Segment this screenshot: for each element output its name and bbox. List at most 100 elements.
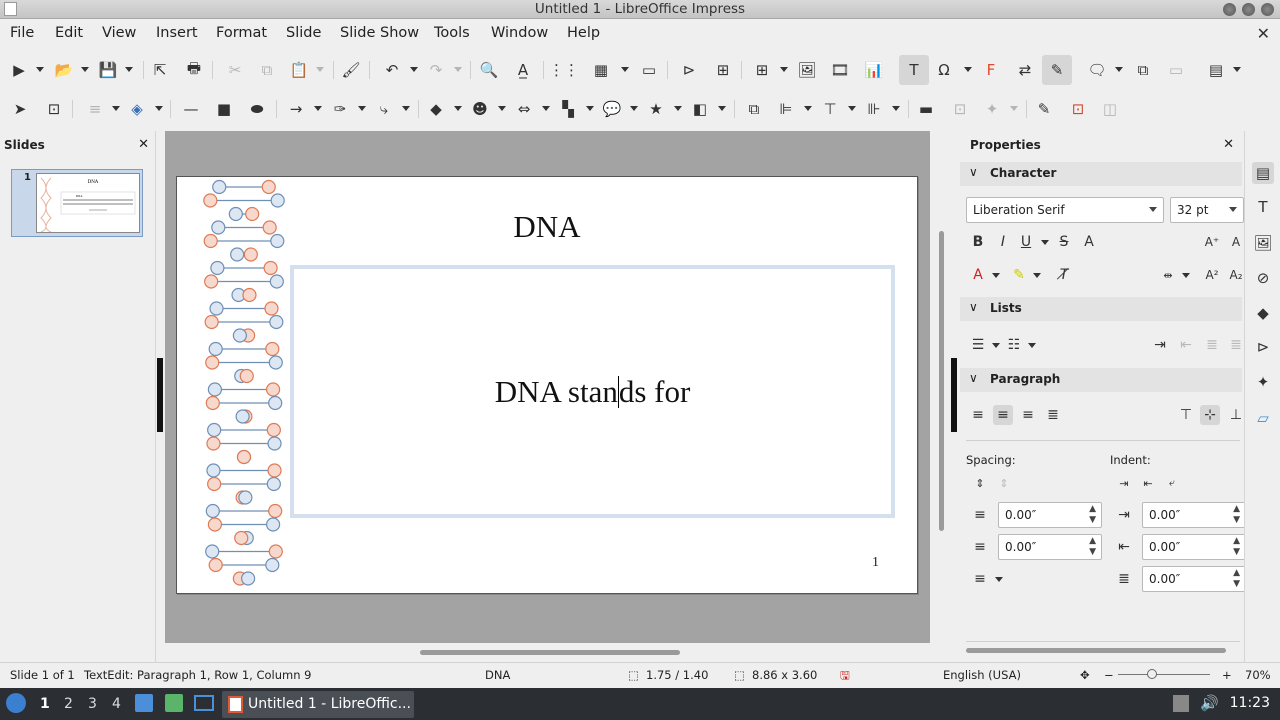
dropdown-arrow[interactable]	[1182, 273, 1190, 278]
arrange-icon[interactable]: ⊤	[820, 99, 840, 119]
flowchart-icon[interactable]: ▚	[558, 99, 578, 119]
unordered-list-icon[interactable]: ☰	[968, 335, 988, 355]
toggle-points-icon[interactable]: ✎	[1034, 99, 1054, 119]
callouts-icon[interactable]: 💬	[602, 99, 622, 119]
workspace-1[interactable]: 1	[40, 696, 50, 712]
decrease-indent-icon[interactable]: ⇤	[1176, 335, 1196, 355]
connectors-icon[interactable]: ⤷	[374, 99, 394, 119]
shadow-icon[interactable]: ▬	[916, 99, 936, 119]
hanging-indent-icon[interactable]: ⤶	[1162, 473, 1182, 493]
dropdown-arrow[interactable]	[358, 106, 366, 111]
menu-slide[interactable]: Slide	[286, 25, 321, 41]
dropdown-arrow[interactable]	[1115, 67, 1123, 72]
line-spacing-icon[interactable]: ≡	[970, 569, 990, 589]
rotate-icon[interactable]: ⧉	[744, 99, 764, 119]
file-manager-icon[interactable]	[135, 694, 153, 712]
dropdown-arrow[interactable]	[1233, 67, 1241, 72]
show-desktop-icon[interactable]	[194, 695, 214, 711]
master-slides-tab-icon[interactable]: ⊳	[1252, 336, 1274, 358]
align-objects-icon[interactable]: ⊫	[776, 99, 796, 119]
styles-tab-icon[interactable]: ▱	[1252, 407, 1274, 429]
show-draw-functions-icon[interactable]: ✎	[1042, 55, 1072, 85]
close-slides-panel-icon[interactable]: ✕	[138, 137, 149, 152]
menu-window[interactable]: Window	[491, 25, 548, 41]
align-top-icon[interactable]: ⊤	[1176, 405, 1196, 425]
demote-icon[interactable]: ≣	[1226, 335, 1246, 355]
after-text-indent-input[interactable]: 0.00″ ▲ ▼	[1142, 534, 1246, 560]
close-window-button[interactable]	[1261, 3, 1274, 16]
dropdown-arrow[interactable]	[314, 106, 322, 111]
horizontal-scrollbar[interactable]	[165, 646, 937, 658]
toggle-extrusion-icon[interactable]: ◫	[1100, 99, 1120, 119]
block-arrows-icon[interactable]: ⇔	[514, 99, 534, 119]
menu-insert[interactable]: Insert	[156, 25, 198, 41]
dropdown-arrow[interactable]	[892, 106, 900, 111]
tray-upload-icon[interactable]	[1173, 695, 1189, 712]
crop-icon[interactable]: ⊡	[950, 99, 970, 119]
increase-indent-icon[interactable]: ⇥	[1150, 335, 1170, 355]
display-grid-icon[interactable]: ⋮⋮	[549, 60, 579, 80]
start-slideshow-icon[interactable]: ⊳	[679, 60, 699, 80]
dropdown-arrow[interactable]	[155, 106, 163, 111]
dropdown-arrow[interactable]	[1041, 240, 1049, 245]
character-section-header[interactable]: ∨ Character	[960, 162, 1242, 186]
slide-title[interactable]: DNA	[177, 209, 917, 245]
slide-layout-icon[interactable]: ▤	[1206, 60, 1226, 80]
slides-panel-collapse-handle[interactable]	[157, 358, 163, 432]
paragraph-section-header[interactable]: ∨ Paragraph	[960, 368, 1242, 392]
line-color-icon[interactable]: ≡	[83, 99, 107, 119]
undo-icon[interactable]: ↶	[382, 60, 402, 80]
zoom-pan-icon[interactable]: ⊡	[44, 99, 64, 119]
stars-icon[interactable]: ★	[646, 99, 666, 119]
justify-icon[interactable]: ≣	[1043, 405, 1063, 425]
font-name-select[interactable]: Liberation Serif	[966, 197, 1164, 223]
display-views-icon[interactable]: ▦	[589, 60, 613, 80]
language[interactable]: English (USA)	[943, 668, 1021, 682]
start-current-slide-icon[interactable]: ⊞	[713, 60, 733, 80]
dropdown-arrow[interactable]	[316, 67, 324, 72]
highlight-color-icon[interactable]: ✎	[1009, 265, 1029, 285]
export-pdf-icon[interactable]: ⇱	[150, 60, 170, 80]
align-center-icon[interactable]: ≡	[993, 405, 1013, 425]
symbol-shapes-icon[interactable]: ☻	[470, 99, 490, 119]
glue-points-icon[interactable]: ⊡	[1068, 99, 1088, 119]
insert-media-icon[interactable]: 🎞	[830, 60, 850, 80]
properties-scrollbar[interactable]	[966, 648, 1226, 653]
dropdown-arrow[interactable]	[718, 106, 726, 111]
slide-body-text[interactable]: DNA stands for	[294, 374, 891, 410]
table-icon[interactable]: ⊞	[752, 60, 772, 80]
spelling-icon[interactable]: A̲	[513, 60, 533, 80]
menu-view[interactable]: View	[102, 25, 136, 41]
dropdown-arrow[interactable]	[410, 67, 418, 72]
ellipse-icon[interactable]: ⬬	[247, 99, 267, 119]
workspace-3[interactable]: 3	[88, 696, 97, 712]
dropdown-arrow[interactable]	[1010, 106, 1018, 111]
dropdown-arrow[interactable]	[402, 106, 410, 111]
menu-format[interactable]: Format	[216, 25, 267, 41]
underline-icon[interactable]: U	[1016, 232, 1036, 252]
filter-icon[interactable]: ✦	[982, 99, 1002, 119]
dropdown-arrow[interactable]	[780, 67, 788, 72]
image-viewer-icon[interactable]	[165, 694, 183, 712]
properties-tab-icon[interactable]: ▤	[1252, 162, 1274, 184]
insert-textbox-icon[interactable]: T	[899, 55, 929, 85]
bold-icon[interactable]: B	[968, 232, 988, 252]
align-bottom-icon[interactable]: ⊥	[1226, 405, 1246, 425]
gallery-tab-icon[interactable]: 🖼	[1252, 232, 1274, 254]
slide-text-box[interactable]: DNA stands for	[290, 265, 895, 518]
dropdown-arrow[interactable]	[125, 67, 133, 72]
select-arrow-icon[interactable]: ➤	[10, 99, 30, 119]
taskbar-impress-window[interactable]: Untitled 1 - LibreOffic...	[222, 691, 414, 718]
menu-help[interactable]: Help	[567, 25, 600, 41]
dropdown-arrow[interactable]	[630, 106, 638, 111]
distribute-icon[interactable]: ⊪	[864, 99, 884, 119]
zoom-out-icon[interactable]: −	[1104, 668, 1114, 682]
lines-arrows-icon[interactable]: →	[286, 99, 306, 119]
menu-slide-show[interactable]: Slide Show	[340, 25, 419, 41]
curves-polygons-icon[interactable]: ✑	[330, 99, 350, 119]
paste-icon[interactable]: 📋	[289, 60, 309, 80]
before-text-indent-input[interactable]: 0.00″ ▲ ▼	[1142, 502, 1246, 528]
dropdown-arrow[interactable]	[454, 106, 462, 111]
fit-slide-icon[interactable]: ✥	[1080, 668, 1090, 682]
master-slide-icon[interactable]: ▭	[639, 60, 659, 80]
